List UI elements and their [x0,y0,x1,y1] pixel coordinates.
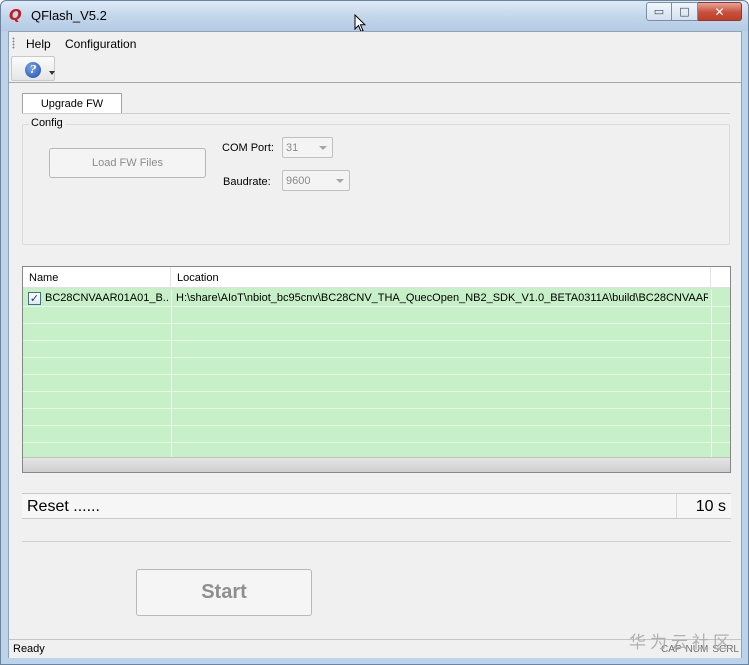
baudrate-label: Baudrate: [223,176,271,188]
menu-help[interactable]: Help [26,37,51,51]
column-header-location[interactable]: Location [171,267,711,288]
column-divider [711,375,712,392]
tab-upgrade-fw[interactable]: Upgrade FW [22,93,122,114]
window-controls: ▭ □ ✕ [646,2,742,21]
com-port-label: COM Port: [222,142,274,154]
baudrate-select[interactable]: 9600 [282,170,350,191]
status-message: Reset ...... [27,498,100,515]
column-divider [171,341,172,358]
minimize-button[interactable]: ▭ [646,2,672,21]
column-divider [711,409,712,426]
toolbar-dropdown-icon[interactable] [49,71,55,75]
client-area: Help Configuration ? Upgrade FW Config L… [8,31,742,658]
column-divider [711,358,712,375]
horizontal-scrollbar[interactable] [23,457,730,472]
help-icon[interactable]: ? [25,62,41,78]
close-button[interactable]: ✕ [698,2,742,21]
toolbar-button-group: ? [11,56,55,81]
column-divider [171,426,172,443]
status-ready-text: Ready [13,643,45,655]
load-fw-files-button[interactable]: Load FW Files [49,148,206,178]
row-checkbox[interactable]: ✓ [28,292,41,305]
toolbar-divider [9,82,741,83]
tab-panel-border [22,113,730,114]
column-divider [171,409,172,426]
column-divider [171,324,172,341]
empty-list-row [23,324,730,341]
empty-list-row [23,375,730,392]
config-legend: Config [29,117,65,129]
column-divider [171,392,172,409]
app-logo-icon: Q [9,6,22,24]
empty-list-row [23,307,730,324]
empty-list-row [23,426,730,443]
column-divider [711,290,712,307]
column-divider [711,392,712,409]
minimize-icon: ▭ [653,5,665,18]
maximize-icon: □ [679,5,690,18]
watermark: 华为云社区 [629,633,734,653]
list-header: Name Location [23,267,730,288]
column-header-filler [711,267,730,288]
com-port-select[interactable]: 31 [282,137,333,158]
toolbar: ? [9,54,741,82]
column-divider [171,358,172,375]
column-divider [711,307,712,324]
empty-list-row [23,392,730,409]
column-divider [171,290,172,307]
column-header-name[interactable]: Name [23,267,171,288]
chevron-down-icon [336,179,344,183]
elapsed-time-box: 10 s [676,494,731,518]
file-location-cell: H:\share\AIoT\nbiot_bc95cnv\BC28CNV_THA_… [176,292,708,304]
upgrade-status-line: Reset ...... 10 s [22,493,731,519]
com-port-value: 31 [286,141,299,154]
progress-bar [22,520,731,542]
menu-bar: Help Configuration [9,32,741,54]
column-divider [171,375,172,392]
close-icon: ✕ [714,4,725,19]
start-button[interactable]: Start [136,569,312,616]
empty-list-row [23,358,730,375]
column-divider [711,341,712,358]
elapsed-time: 10 s [695,498,726,515]
chevron-down-icon [319,146,327,150]
window-title: QFlash_V5.2 [31,8,107,23]
empty-list-row [23,341,730,358]
empty-list-row [23,409,730,426]
column-divider [171,307,172,324]
menu-configuration[interactable]: Configuration [65,37,136,51]
app-window: Q QFlash_V5.2 ▭ □ ✕ Help Configuration ?… [0,0,749,665]
config-group [22,124,730,245]
file-name-cell: BC28CNVAAR01A01_B... [45,292,169,304]
column-divider [711,324,712,341]
table-row[interactable]: ✓ BC28CNVAAR01A01_B... H:\share\AIoT\nbi… [23,290,730,307]
column-divider [711,426,712,443]
firmware-file-list[interactable]: Name Location ✓ BC28CNVAAR01A01_B... H:\… [22,266,731,473]
title-bar[interactable]: Q QFlash_V5.2 ▭ □ ✕ [1,1,748,33]
menu-grip-icon[interactable] [12,37,15,49]
baudrate-value: 9600 [286,174,311,187]
maximize-button[interactable]: □ [672,2,698,21]
